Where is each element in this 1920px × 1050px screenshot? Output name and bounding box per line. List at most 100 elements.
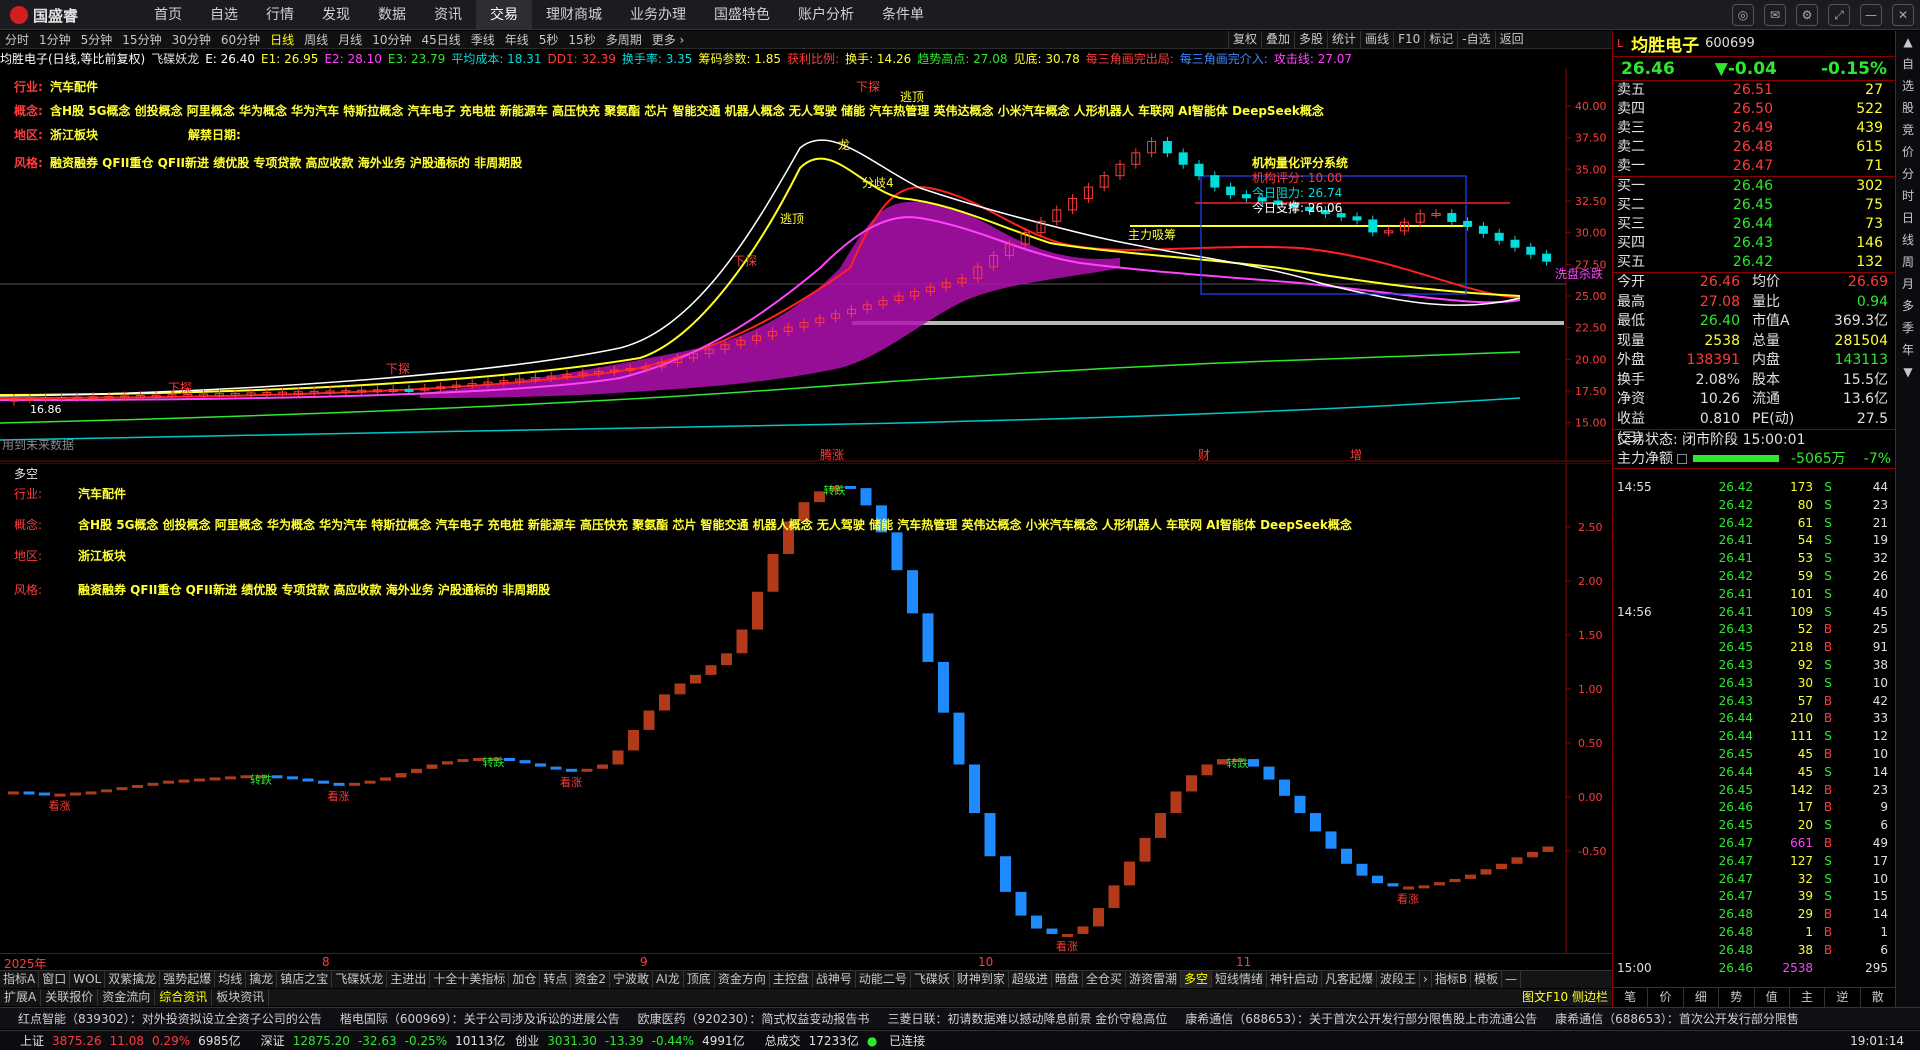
indicator-tab-13[interactable]: 资金2 — [571, 971, 611, 988]
indicator-tab-33[interactable]: 指标B — [1432, 971, 1472, 988]
tool-1[interactable]: 叠加 — [1261, 31, 1294, 49]
indicator-tab-27[interactable]: 多空 — [1180, 971, 1212, 988]
nav-item-11[interactable]: 条件单 — [868, 0, 938, 30]
ask-row[interactable]: 卖一 26.47 71 — [1613, 157, 1895, 176]
indicator-tab-8[interactable]: 飞碟妖龙 — [332, 971, 388, 988]
ask-row[interactable]: 卖二 26.48 615 — [1613, 138, 1895, 157]
indicator-tab-17[interactable]: 资金方向 — [715, 971, 770, 988]
nav-item-3[interactable]: 发现 — [308, 0, 364, 30]
tick-tab-6[interactable]: 逆 — [1825, 988, 1861, 1007]
period-1[interactable]: 1分钟 — [34, 31, 76, 48]
indicator-pane-duokong[interactable]: 2.50 2.00 1.50 1.00 0.50 0.00 -0.50 看涨 转跌 看涨 转跌 看涨转… — [0, 462, 1612, 953]
indicator-tab-20[interactable]: 动能二号 — [856, 971, 911, 988]
tool-0[interactable]: 复权 — [1228, 31, 1261, 49]
extension-tab-3[interactable]: 综合资讯 — [155, 989, 213, 1006]
indicator-tab-10[interactable]: 十全十美指标 — [430, 971, 510, 988]
period-2[interactable]: 5分钟 — [76, 31, 118, 48]
tool-5[interactable]: F10 — [1393, 31, 1424, 49]
indicator-tab-19[interactable]: 战神号 — [813, 971, 856, 988]
window-control-icon-1[interactable]: ✉ — [1764, 4, 1786, 26]
sidebar-item-2[interactable]: 选 — [1896, 75, 1920, 97]
indicator-tab-22[interactable]: 财神到家 — [954, 971, 1009, 988]
extension-tab-1[interactable]: 关联报价 — [41, 989, 99, 1006]
period-14[interactable]: 15秒 — [563, 31, 600, 48]
tick-tab-4[interactable]: 值 — [1755, 988, 1790, 1007]
sidebar-item-9[interactable]: 线 — [1896, 229, 1920, 251]
indicator-tab-9[interactable]: 主进出 — [387, 971, 431, 988]
indicator-tab-15[interactable]: AI龙 — [653, 971, 684, 988]
indicator-tab-35[interactable]: — — [1502, 971, 1522, 988]
sidebar-item-5[interactable]: 价 — [1896, 141, 1920, 163]
indicator-tab-30[interactable]: 凡客起爆 — [1322, 971, 1378, 988]
indicator-tab-21[interactable]: 飞碟妖 — [911, 971, 954, 988]
tick-tab-7[interactable]: 散 — [1861, 988, 1896, 1007]
sidebar-item-4[interactable]: 竞 — [1896, 119, 1920, 141]
indicator-tab-2[interactable]: WOL — [70, 971, 106, 988]
extension-tab-2[interactable]: 资金流向 — [98, 989, 156, 1006]
period-0[interactable]: 分时 — [0, 31, 34, 48]
indicator-tab-26[interactable]: 游资雷潮 — [1126, 971, 1181, 988]
bid-row[interactable]: 买三 26.44 73 — [1613, 215, 1895, 234]
nav-item-9[interactable]: 国盛特色 — [700, 0, 784, 30]
bid-row[interactable]: 买二 26.45 75 — [1613, 196, 1895, 215]
nav-item-5[interactable]: 资讯 — [420, 0, 476, 30]
nav-item-8[interactable]: 业务办理 — [616, 0, 700, 30]
bid-row[interactable]: 买五 26.42 132 — [1613, 253, 1895, 272]
tick-tab-1[interactable]: 价 — [1648, 988, 1684, 1007]
ask-row[interactable]: 卖四 26.50 522 — [1613, 100, 1895, 119]
tool-7[interactable]: -自选 — [1457, 31, 1494, 49]
news-item-4[interactable]: 康希通信（688653）：关于首次公开发行部分限售股上市流通公告 — [1185, 1008, 1537, 1029]
indicator-tab-16[interactable]: 顶底 — [684, 971, 715, 988]
news-item-1[interactable]: 楷电国际（600969）：关于公司涉及诉讼的进展公告 — [340, 1008, 620, 1029]
indicator-tab-34[interactable]: 模板 — [1471, 971, 1503, 988]
sidebar-item-0[interactable]: ▲ — [1896, 31, 1920, 53]
tick-tab-2[interactable]: 细 — [1684, 988, 1720, 1007]
main-chart-svg[interactable]: 40.0037.5035.0032.5030.0027.5025.0022.50… — [0, 68, 1612, 462]
period-11[interactable]: 季线 — [466, 31, 500, 48]
news-item-5[interactable]: 康希通信（688653）：首次公开发行部分限售 — [1555, 1008, 1799, 1029]
sidebar-item-10[interactable]: 周 — [1896, 251, 1920, 273]
period-6[interactable]: 日线 — [265, 31, 299, 48]
tick-tab-0[interactable]: 笔 — [1613, 988, 1649, 1007]
period-5[interactable]: 60分钟 — [216, 31, 265, 48]
period-15[interactable]: 多周期 — [601, 31, 647, 48]
indicator-tab-5[interactable]: 均线 — [215, 971, 247, 988]
window-control-icon-2[interactable]: ⚙ — [1796, 4, 1818, 26]
period-12[interactable]: 年线 — [500, 31, 534, 48]
indicator-tab-14[interactable]: 宁波敢 — [610, 971, 654, 988]
tick-list[interactable]: 14:55 26.42 173 S 44 26.42 80 S 23 26.42 61 S 21 26.4… — [1613, 479, 1896, 977]
nav-item-0[interactable]: 首页 — [140, 0, 196, 30]
sidebar-item-1[interactable]: 自 — [1896, 53, 1920, 75]
bid-row[interactable]: 买四 26.43 146 — [1613, 234, 1895, 253]
extension-tab-4[interactable]: 板块资讯 — [212, 989, 270, 1006]
nav-item-7[interactable]: 理财商城 — [532, 0, 616, 30]
tool-4[interactable]: 画线 — [1360, 31, 1393, 49]
expand-icon[interactable] — [1677, 453, 1687, 464]
period-4[interactable]: 30分钟 — [167, 31, 216, 48]
indicator-tab-1[interactable]: 窗口 — [39, 971, 71, 988]
indicator-tab-6[interactable]: 擒龙 — [246, 971, 278, 988]
sidebar-item-7[interactable]: 时 — [1896, 185, 1920, 207]
f10-sidebar-toggle[interactable]: 图文F10 侧边栏 « — [1512, 989, 1612, 1020]
bid-row[interactable]: 买一 26.46 302 — [1613, 177, 1895, 196]
sidebar-item-3[interactable]: 股 — [1896, 97, 1920, 119]
sidebar-item-11[interactable]: 月 — [1896, 273, 1920, 295]
sidebar-item-8[interactable]: 日 — [1896, 207, 1920, 229]
indicator-tab-23[interactable]: 超级进 — [1009, 971, 1052, 988]
indicator-tab-3[interactable]: 双紫擒龙 — [105, 971, 161, 988]
window-control-icon-0[interactable]: ◎ — [1732, 4, 1754, 26]
sidebar-item-15[interactable]: ▼ — [1896, 361, 1920, 383]
tool-2[interactable]: 多股 — [1294, 31, 1327, 49]
sidebar-item-14[interactable]: 年 — [1896, 339, 1920, 361]
news-item-3[interactable]: 三菱日联：初请数据难以撼动降息前景 金价守稳高位 — [887, 1008, 1167, 1029]
sidebar-item-12[interactable]: 多 — [1896, 295, 1920, 317]
window-control-icon-4[interactable]: — — [1860, 4, 1882, 26]
indicator-tab-7[interactable]: 镇店之宝 — [277, 971, 333, 988]
nav-item-2[interactable]: 行情 — [252, 0, 308, 30]
indicator-tab-32[interactable]: › — [1420, 971, 1432, 988]
period-8[interactable]: 月线 — [333, 31, 367, 48]
sidebar-item-6[interactable]: 分 — [1896, 163, 1920, 185]
indicator-tab-4[interactable]: 强势起爆 — [160, 971, 216, 988]
tick-tab-3[interactable]: 势 — [1719, 988, 1755, 1007]
indicator-tab-28[interactable]: 短线情绪 — [1212, 971, 1267, 988]
